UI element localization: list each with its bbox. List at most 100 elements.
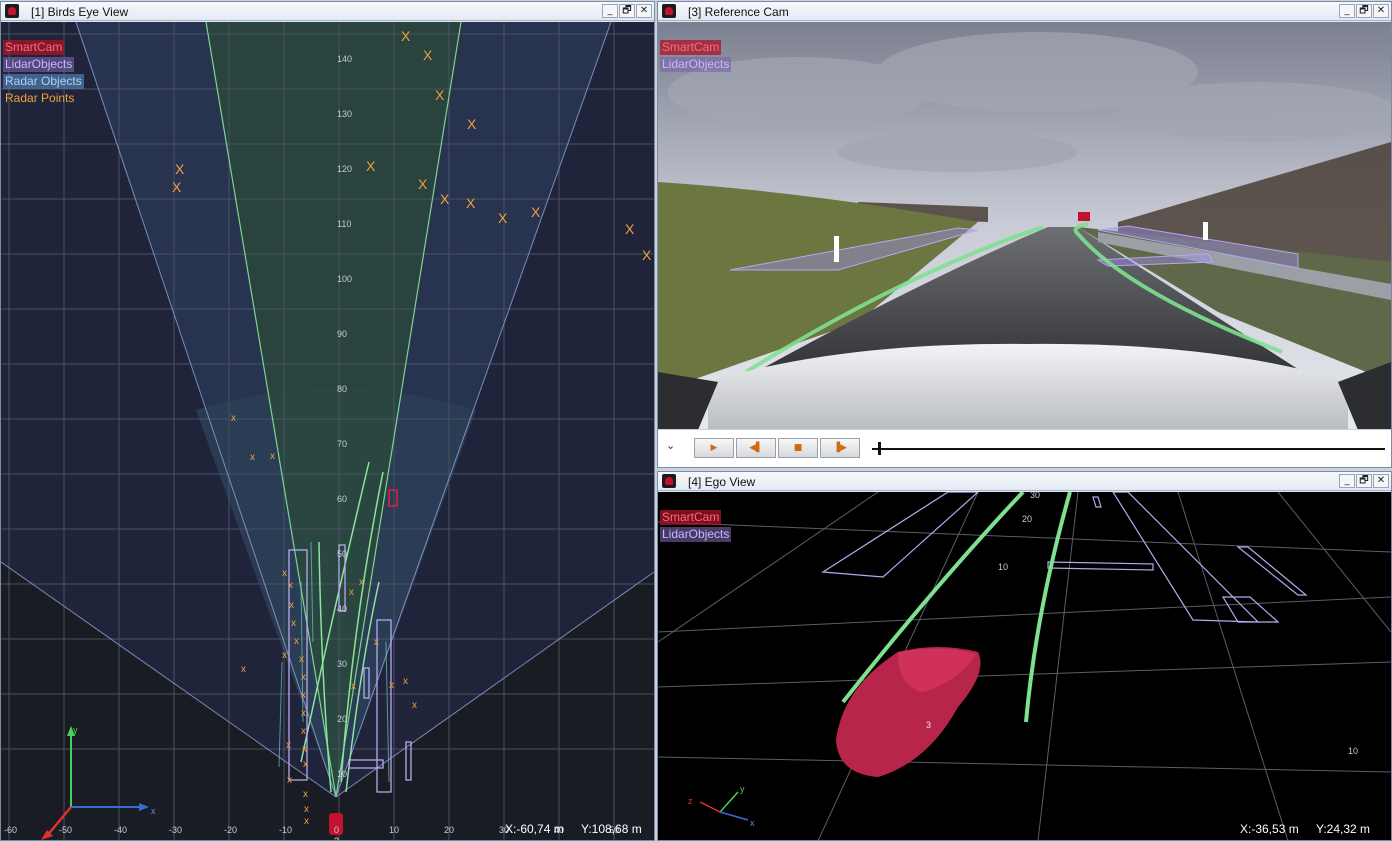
step-back-button[interactable]: ◀▌ xyxy=(736,438,776,458)
close-button[interactable]: ✕ xyxy=(636,4,652,18)
app-icon xyxy=(662,474,676,488)
axis-gizmo xyxy=(41,726,149,840)
x-tick-label: 10 xyxy=(389,825,399,835)
ego-object-id-label: 3 xyxy=(926,720,931,730)
svg-text:X: X xyxy=(423,47,433,63)
ego-axis-z-label: z xyxy=(688,796,693,806)
camera-viewport[interactable]: SmartCam LidarObjects xyxy=(658,22,1391,429)
app-icon xyxy=(5,4,19,18)
restore-button[interactable]: 🗗 xyxy=(1356,474,1372,488)
minimize-button[interactable]: _ xyxy=(602,4,618,18)
close-button[interactable]: ✕ xyxy=(1373,474,1389,488)
x-tick-label: -40 xyxy=(114,825,127,835)
coord-x-readout: X:-36,53 m xyxy=(1240,822,1299,836)
y-tick-label: 60 xyxy=(337,494,347,504)
svg-text:x: x xyxy=(303,789,308,800)
svg-text:x: x xyxy=(250,452,255,463)
timeline-slider[interactable] xyxy=(872,442,1385,455)
collapse-chevron-icon[interactable]: ⌄ xyxy=(666,439,675,452)
reference-cam-window: [3] Reference Cam _ 🗗 ✕ SmartCam LidarOb… xyxy=(657,1,1392,468)
legend-smartcam[interactable]: SmartCam xyxy=(660,510,722,525)
birds-eye-titlebar[interactable]: [1] Birds Eye View _ 🗗 ✕ xyxy=(1,2,654,21)
legend-lidar-objects[interactable]: LidarObjects xyxy=(3,57,75,72)
legend-smartcam[interactable]: SmartCam xyxy=(660,40,722,55)
ego-axis-gizmo xyxy=(699,791,749,821)
ego-car-model xyxy=(836,647,981,777)
svg-text:x: x xyxy=(403,676,408,687)
ego-axis-x-label: x xyxy=(750,818,755,828)
x-tick-label: -10 xyxy=(279,825,292,835)
legend-smartcam[interactable]: SmartCam xyxy=(3,40,65,55)
timeline-thumb[interactable] xyxy=(878,442,881,455)
birds-eye-legend: SmartCam LidarObjects Radar Objects Rada… xyxy=(3,40,84,108)
minimize-button[interactable]: _ xyxy=(1339,4,1355,18)
x-tick-label: -60 xyxy=(4,825,17,835)
svg-text:20: 20 xyxy=(1022,514,1032,524)
restore-button[interactable]: 🗗 xyxy=(619,4,635,18)
svg-text:x: x xyxy=(374,637,379,648)
svg-text:X: X xyxy=(366,158,376,174)
svg-text:X: X xyxy=(498,210,508,226)
legend-lidar-objects[interactable]: LidarObjects xyxy=(660,527,732,542)
x-tick-label: 0 xyxy=(334,825,339,835)
legend-radar-points[interactable]: Radar Points xyxy=(3,91,76,106)
svg-text:x: x xyxy=(291,618,296,629)
svg-text:x: x xyxy=(304,816,309,827)
y-tick-label: 50 xyxy=(337,549,347,559)
y-tick-label: 70 xyxy=(337,439,347,449)
svg-text:x: x xyxy=(303,759,308,770)
ego-canvas: 30 20 10 10 3 y z x xyxy=(658,492,1391,840)
svg-text:x: x xyxy=(351,681,356,692)
object-id-label: 3 xyxy=(334,836,339,840)
svg-text:X: X xyxy=(440,191,450,207)
svg-text:X: X xyxy=(175,161,185,177)
x-tick-label: -30 xyxy=(169,825,182,835)
axis-y-label: y xyxy=(73,725,78,735)
birds-eye-window: [1] Birds Eye View _ 🗗 ✕ X X X X X X X X… xyxy=(0,1,655,841)
app-icon xyxy=(662,4,676,18)
x-tick-label: -50 xyxy=(59,825,72,835)
svg-text:X: X xyxy=(435,87,445,103)
coord-x-readout: X:-60,74 m xyxy=(505,822,564,836)
ego-legend: SmartCam LidarObjects xyxy=(660,510,732,544)
legend-lidar-objects[interactable]: LidarObjects xyxy=(660,57,732,72)
ego-viewport[interactable]: 30 20 10 10 3 y z x SmartCam LidarObject… xyxy=(658,492,1391,840)
ego-view-titlebar[interactable]: [4] Ego View _ 🗗 ✕ xyxy=(658,472,1391,491)
playback-bar: ⌄ ▶ ◀▌ ■ ▐▶ xyxy=(658,429,1391,467)
birds-eye-viewport[interactable]: XXX XXX XXX XXX XX xxx xxx xxx xxx xxx x… xyxy=(1,22,654,840)
svg-text:x: x xyxy=(389,680,394,691)
smartcam-object xyxy=(1078,212,1090,221)
svg-text:x: x xyxy=(349,587,354,598)
svg-text:X: X xyxy=(172,179,182,195)
svg-text:X: X xyxy=(642,247,652,263)
reference-cam-titlebar[interactable]: [3] Reference Cam _ 🗗 ✕ xyxy=(658,2,1391,21)
minimize-button[interactable]: _ xyxy=(1339,474,1355,488)
svg-text:x: x xyxy=(301,726,306,737)
svg-text:x: x xyxy=(359,577,364,588)
coord-y-readout: Y:108,68 m xyxy=(581,822,642,836)
stop-button[interactable]: ■ xyxy=(778,438,818,458)
close-button[interactable]: ✕ xyxy=(1373,4,1389,18)
y-tick-label: 30 xyxy=(337,659,347,669)
svg-text:x: x xyxy=(301,672,306,683)
y-tick-label: 120 xyxy=(337,164,352,174)
y-tick-label: 10 xyxy=(337,769,347,779)
svg-text:x: x xyxy=(412,700,417,711)
svg-text:x: x xyxy=(241,664,246,675)
play-button[interactable]: ▶ xyxy=(694,438,734,458)
svg-text:X: X xyxy=(401,28,411,44)
legend-radar-objects[interactable]: Radar Objects xyxy=(3,74,84,89)
svg-text:X: X xyxy=(467,116,477,132)
svg-text:x: x xyxy=(270,451,275,462)
step-forward-button[interactable]: ▐▶ xyxy=(820,438,860,458)
svg-text:X: X xyxy=(531,204,541,220)
restore-button[interactable]: 🗗 xyxy=(1356,4,1372,18)
svg-text:x: x xyxy=(304,804,309,815)
y-tick-label: 90 xyxy=(337,329,347,339)
svg-text:x: x xyxy=(286,740,291,751)
svg-text:x: x xyxy=(287,775,292,786)
svg-text:x: x xyxy=(299,654,304,665)
window-title: [1] Birds Eye View xyxy=(31,5,129,19)
svg-text:x: x xyxy=(231,413,236,424)
ego-axis-y-label: y xyxy=(740,784,745,794)
